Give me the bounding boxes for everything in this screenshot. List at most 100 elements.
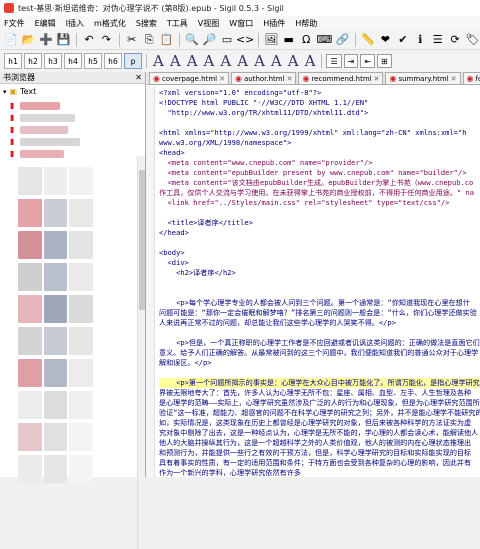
code-view-icon[interactable]: <> (236, 32, 254, 48)
code-line[interactable]: 究对象中剔除了出去，这是一种经点认为，心理学是无所不能的，学心理的人都会读心术，… (159, 428, 478, 438)
metadata-icon[interactable]: ℹ (413, 32, 427, 48)
tab-author[interactable]: ◉ author.html ✕ (230, 72, 297, 84)
code-line[interactable]: 意义。给予人们正确的解答。从最常被问到的这三个问题中，我们便能知道我们的普通公众… (159, 348, 478, 358)
book-view-icon[interactable]: ▭ (220, 32, 234, 48)
underline-button[interactable]: A (252, 52, 267, 70)
align-left-button[interactable]: A (151, 52, 166, 70)
tree-file-item[interactable]: ▮ (10, 124, 130, 136)
code-line[interactable]: <meta content="epubBuilder present by ww… (159, 168, 467, 178)
code-line[interactable]: <link href="../Styles/main.css" rel="sty… (159, 198, 450, 208)
code-line[interactable]: <head> (159, 148, 185, 158)
list-button[interactable]: ☰ (326, 54, 342, 68)
menu-search[interactable]: S搜索 (136, 18, 157, 29)
save-icon[interactable]: 💾 (56, 32, 71, 48)
heading-4-button[interactable]: h4 (64, 53, 82, 69)
code-line[interactable]: <div> (159, 258, 189, 268)
code-line[interactable]: <h2>译者序</h2> (159, 268, 236, 278)
code-line[interactable]: <meta content="该文档由epubBuilder生成。epubBui… (159, 178, 474, 188)
code-line[interactable]: <html xmlns="http://www.w3.org/1999/xhtm… (159, 128, 467, 138)
heart-icon[interactable]: ❤ (378, 32, 392, 48)
split-icon[interactable]: ▬ (282, 32, 296, 48)
open-file-icon[interactable]: 📂 (21, 32, 36, 48)
tab-summary[interactable]: ◉ summary.html ✕ (385, 72, 461, 84)
code-line[interactable]: 具有着事实的性质，有一定的适用范围和条件；于特方面也会受到各种复杂的心理的影响，… (159, 458, 471, 468)
menu-format[interactable]: m格式化 (94, 18, 126, 29)
menu-edit[interactable]: E编辑 (35, 18, 56, 29)
collapse-arrow-icon[interactable]: ▾ (3, 88, 7, 96)
code-line[interactable]: <p>但是，一个真正称职的心理学工作者是不应回避或者讥讽这类问题的：正确的做法是… (159, 338, 480, 348)
heading-6-button[interactable]: h6 (104, 53, 122, 69)
code-line[interactable]: 人来说再正常不过的问题，却总能让我们这些学心理学的人哭笑不得。</p> (159, 318, 396, 328)
indent-button[interactable]: ⇥ (343, 54, 359, 68)
scrollbar-thumb[interactable] (139, 170, 145, 310)
menu-view[interactable]: V视图 (198, 18, 219, 29)
align-center-button[interactable]: A (168, 52, 183, 70)
code-line[interactable]: 是心理学的范畴——实际上，心理学研究虽然涉及广泛的人的行为和心理现象，但是为心理… (159, 398, 480, 408)
heading-3-button[interactable]: h3 (44, 53, 62, 69)
code-line[interactable]: 和预测行为，并能提供一些行之有效的干预方法，但是，科学心理学研究的目标和实际能实… (159, 448, 471, 458)
search-icon[interactable]: 🔍 (185, 32, 199, 48)
tree-file-item[interactable]: ▮ (10, 148, 130, 160)
outdent-button[interactable]: ⇤ (360, 54, 376, 68)
clip-button[interactable]: ⊞ (377, 54, 392, 68)
tree-root-text[interactable]: ▾ ▣ Text (0, 84, 145, 96)
close-panel-icon[interactable]: ✕ (135, 73, 142, 82)
link-icon[interactable]: 🔗 (335, 32, 350, 48)
code-line[interactable]: 如，实际情况是，这类现象在历史上都曾经是心理学研究的对象，但后来被各种科学的方法… (159, 418, 471, 428)
redo-icon[interactable]: ↷ (99, 32, 113, 48)
code-line[interactable]: "http://www.w3.org/TR/xhtml11/DTD/xhtml1… (159, 108, 369, 118)
align-justify-button[interactable]: A (202, 52, 217, 70)
refresh-icon[interactable]: ⟳ (448, 32, 462, 48)
code-line-highlighted[interactable]: <p>第一个问题所揭示的事实是：心理学在大众心目中被万能化了。所谓万能化，是指心… (159, 378, 480, 388)
code-line[interactable]: <p>每个学心理学专业的人都会被人问到三个问题。第一个通常是：“你知道我现在心里… (159, 298, 470, 308)
undo-icon[interactable]: ↶ (82, 32, 96, 48)
new-file-icon[interactable]: 📄 (4, 32, 18, 48)
tree-file-item[interactable]: ▮ (10, 112, 130, 124)
close-tab-icon[interactable]: ✕ (451, 75, 457, 83)
heading-5-button[interactable]: h5 (84, 53, 102, 69)
menu-plugins[interactable]: H插件 (263, 18, 285, 29)
tab-recommend[interactable]: ◉ recommend.html ✕ (298, 72, 384, 84)
omega-icon[interactable]: Ω (299, 32, 313, 48)
add-file-icon[interactable]: ➕ (39, 32, 53, 48)
code-line[interactable]: 问题可能是：“那你一定会催眠和解梦咯？”排名第三的问题则一般会是：“什么，你们心… (159, 308, 477, 318)
spellcheck-icon[interactable]: ✔ (396, 32, 410, 48)
code-line[interactable]: <?xml version="1.0" encoding="utf-8"?> (159, 88, 321, 98)
code-line[interactable]: 解和误区。</p> (159, 358, 212, 368)
tree-file-item[interactable]: ▮ (10, 136, 130, 148)
bold-button[interactable]: A (218, 52, 233, 70)
tab-foreword[interactable]: ◉fo (462, 72, 480, 84)
tree-file-item[interactable]: ▮ (10, 100, 130, 112)
menu-tools[interactable]: T工具 (167, 18, 188, 29)
code-line[interactable]: 作为一个新兴的学科，心理学研究依然有许多 (159, 468, 301, 477)
superscript-button[interactable]: A (286, 52, 301, 70)
toc-icon[interactable]: ☰ (430, 32, 444, 48)
paste-icon[interactable]: 📋 (159, 32, 174, 48)
tag-icon[interactable]: 🏷 (465, 32, 480, 48)
code-line[interactable]: <meta content="www.cnepub.com" name="pro… (159, 158, 373, 168)
book-browser-scrollbar[interactable] (137, 156, 145, 549)
strike-button[interactable]: A (269, 52, 284, 70)
copy-icon[interactable]: ⎘ (142, 32, 156, 48)
tab-coverpage[interactable]: ◉ coverpage.html ✕ (149, 72, 229, 84)
code-line[interactable]: 界被无限地夸大了：首先，许多人认为心理学无所不包：星座、属相、血型、左手、人生哲… (159, 388, 471, 398)
code-line[interactable]: </head> (159, 228, 189, 238)
menu-insert[interactable]: I插入 (66, 18, 84, 29)
close-tab-icon[interactable]: ✕ (374, 75, 380, 83)
code-line[interactable]: 验证“这一标准，超能力、超感官的问题不在科学心理学的研究之列；另外，并不是能心理… (159, 408, 480, 418)
menu-help[interactable]: H帮助 (295, 18, 317, 29)
paragraph-button[interactable]: p (124, 53, 142, 69)
menu-file[interactable]: F文件 (4, 18, 25, 29)
code-line[interactable]: <!DOCTYPE html PUBLIC "-//W3C//DTD XHTML… (159, 98, 368, 108)
heading-2-button[interactable]: h2 (24, 53, 42, 69)
close-tab-icon[interactable]: ✕ (287, 75, 293, 83)
code-area[interactable]: <?xml version="1.0" encoding="utf-8"?> <… (147, 86, 480, 477)
code-line[interactable]: 他人的大脑并操纵其行为，这是一个超越科学之外的人类价值观，他人的被测的内在心理状… (159, 438, 471, 448)
ruler-icon[interactable]: 📏 (361, 32, 375, 48)
menu-window[interactable]: W窗口 (229, 18, 253, 29)
subscript-button[interactable]: A (303, 52, 318, 70)
code-line[interactable]: 作工具，仅供个人交流与学习使用。在未获得掌上书苑的商业授权前，不得用于任何商业用… (159, 188, 474, 198)
heading-1-button[interactable]: h1 (4, 53, 22, 69)
insert-code-icon[interactable]: ⌨ (316, 32, 332, 48)
code-line[interactable]: www.w3.org/XML/1998/namespace"> (159, 138, 291, 148)
